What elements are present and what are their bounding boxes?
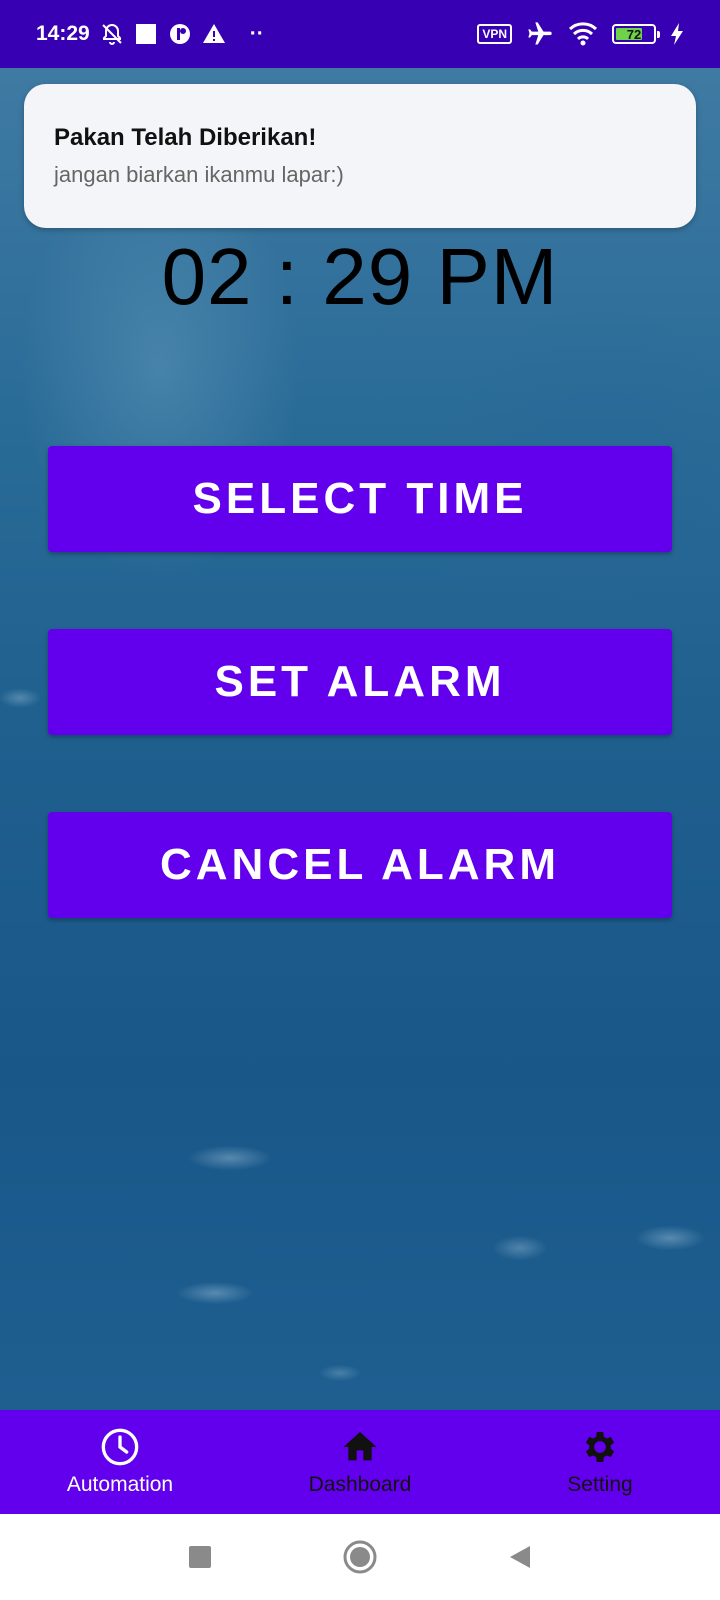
notification-card[interactable]: Pakan Telah Diberikan! jangan biarkan ik… (24, 84, 696, 228)
nav-item-dashboard[interactable]: Dashboard (240, 1410, 480, 1514)
notification-title: Pakan Telah Diberikan! (54, 124, 317, 151)
status-bar: 14:29 ·· VPN 72 (0, 0, 720, 68)
select-time-button[interactable]: SELECT TIME (48, 446, 672, 552)
square-icon (134, 22, 158, 46)
battery-icon: 72 (612, 24, 660, 44)
status-left: 14:29 ·· (36, 22, 264, 46)
clock-icon (100, 1427, 140, 1467)
more-dots-icon: ·· (249, 22, 264, 45)
system-navigation-bar (0, 1514, 720, 1600)
cancel-alarm-button[interactable]: CANCEL ALARM (48, 812, 672, 918)
status-right: VPN 72 (477, 20, 684, 48)
battery-level: 72 (626, 26, 642, 42)
recents-square-icon[interactable] (176, 1533, 224, 1581)
app-notification-icon (168, 22, 192, 46)
charging-icon (670, 23, 684, 45)
alarm-time-display: 02 : 29 PM (161, 232, 559, 321)
warning-icon (202, 22, 226, 46)
nav-item-automation[interactable]: Automation (0, 1410, 240, 1514)
home-circle-icon[interactable] (336, 1533, 384, 1581)
wifi-icon (568, 21, 598, 47)
airplane-icon (526, 20, 554, 48)
nav-label-dashboard: Dashboard (308, 1473, 412, 1496)
bell-off-icon (100, 22, 124, 46)
status-time: 14:29 (36, 22, 90, 45)
nav-item-setting[interactable]: Setting (480, 1410, 720, 1514)
back-triangle-icon[interactable] (496, 1533, 544, 1581)
nav-label-automation: Automation (66, 1473, 174, 1496)
home-icon (340, 1427, 380, 1467)
notification-body: jangan biarkan ikanmu lapar:) (54, 162, 344, 187)
nav-label-setting: Setting (567, 1473, 633, 1496)
vpn-icon: VPN (477, 24, 512, 44)
set-alarm-button[interactable]: SET ALARM (48, 629, 672, 735)
gear-icon (580, 1427, 620, 1467)
bottom-navigation: Automation Dashboard Setting (0, 1410, 720, 1514)
